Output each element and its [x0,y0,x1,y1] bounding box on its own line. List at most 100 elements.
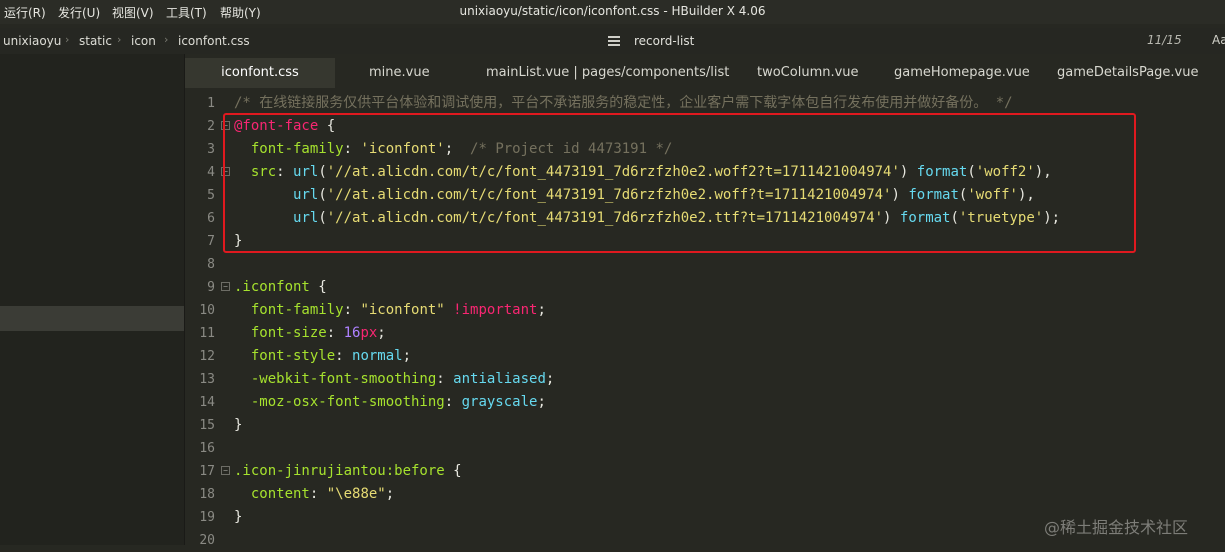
code-function: url [293,210,319,226]
code-property: content [250,486,310,502]
code-value: grayscale [461,394,538,410]
code-line: 13 -webkit-font-smoothing: antialiased; [185,368,1225,391]
code-value: antialiased [453,371,546,387]
outline-list-icon[interactable] [608,36,620,46]
code-function: url [293,187,319,203]
page-count: 11/15 [1147,33,1182,47]
line-number: 14 [199,395,215,410]
code-line: 3 font-family: 'iconfont'; /* Project id… [185,138,1225,161]
line-number: 13 [199,372,215,387]
line-number: 1 [207,96,215,111]
code-string: "iconfont" [360,302,445,318]
code-unit: px [360,325,378,341]
code-function: format [908,187,959,203]
line-number: 10 [199,303,215,318]
watermark: @稀土掘金技术社区 [1044,518,1189,537]
tab-twocolumn-vue[interactable]: twoColumn.vue [757,58,859,88]
code-line: 5 url('//at.alicdn.com/t/c/font_4473191_… [185,184,1225,207]
code-comment: /* 在线链接服务仅供平台体验和调试使用，平台不承诺服务的稳定性，企业客户需下载… [234,95,1013,111]
line-number: 20 [199,533,215,548]
line-number: 18 [199,487,215,502]
window-title: unixiaoyu/static/icon/iconfont.css - HBu… [459,4,766,18]
code-line: 4 − src: url('//at.alicdn.com/t/c/font_4… [185,161,1225,184]
breadcrumb-item[interactable]: iconfont.css [178,34,250,48]
code-line: 11 font-size: 16px; [185,322,1225,345]
line-number: 7 [207,234,215,249]
code-editor[interactable]: 1 /* 在线链接服务仅供平台体验和调试使用，平台不承诺服务的稳定性，企业客户需… [185,88,1225,548]
chevron-right-icon: › [65,33,70,46]
code-line: 18 content: "\e88e"; [185,483,1225,506]
code-line: 12 font-style: normal; [185,345,1225,368]
fold-toggle-icon[interactable]: − [221,167,230,176]
code-property: src [250,164,277,180]
code-number: 16 [343,325,361,341]
code-line: 1 /* 在线链接服务仅供平台体验和调试使用，平台不承诺服务的稳定性，企业客户需… [185,92,1225,115]
line-number: 11 [199,326,215,341]
code-string: "\e88e" [326,486,386,502]
code-at-rule: @font-face [234,118,319,134]
editor-tabs: iconfont.css mine.vue mainList.vue | pag… [185,58,1225,88]
code-line: 14 -moz-osx-font-smoothing: grayscale; [185,391,1225,414]
line-number: 9 [207,280,215,295]
fold-toggle-icon[interactable]: − [221,121,230,130]
fold-toggle-icon[interactable]: − [221,466,230,475]
code-comment: /* Project id 4473191 */ [470,141,673,157]
code-function: format [899,210,951,226]
code-function: url [293,164,319,180]
code-property: font-size [250,325,327,341]
tab-mainlist-vue[interactable]: mainList.vue | pages/components/list [486,58,729,88]
line-number: 2 [207,119,215,134]
fold-toggle-icon[interactable]: − [221,282,230,291]
code-function: format [916,164,968,180]
project-sidebar [0,54,184,545]
code-line: 16 [185,437,1225,460]
line-number: 5 [207,188,215,203]
code-selector: .icon-jinrujiantou:before [234,463,445,479]
code-property: font-style [250,348,336,364]
code-line: 2 − @font-face { [185,115,1225,138]
code-property: font-family [250,302,344,318]
code-line: 10 font-family: "iconfont" !important; [185,299,1225,322]
code-string: '//at.alicdn.com/t/c/font_4473191_7d6rzf… [326,187,892,203]
code-important: !important [453,302,538,318]
code-string: 'woff' [967,187,1018,203]
breadcrumb-item[interactable]: static [79,34,112,48]
code-property: -webkit-font-smoothing [250,371,437,387]
code-line: 9 − .iconfont { [185,276,1225,299]
breadcrumb-item[interactable]: unixiaoyu [3,34,61,48]
code-string: 'truetype' [958,210,1044,226]
code-selector: .iconfont [234,279,310,295]
code-string: 'iconfont' [360,141,445,157]
tab-mine-vue[interactable]: mine.vue [369,58,430,88]
outline-symbol[interactable]: record-list [634,34,694,48]
code-string: '//at.alicdn.com/t/c/font_4473191_7d6rzf… [326,210,884,226]
tab-iconfont-css[interactable]: iconfont.css [185,58,335,88]
line-number: 6 [207,211,215,226]
chevron-right-icon: › [164,33,169,46]
sidebar-selected-item[interactable] [0,306,184,331]
tab-gamedetailspage-vue[interactable]: gameDetailsPage.vue [1057,58,1198,88]
font-size-icon[interactable]: Aa [1212,33,1225,47]
code-string: 'woff2' [975,164,1035,180]
code-string: '//at.alicdn.com/t/c/font_4473191_7d6rzf… [326,164,900,180]
code-line: 15 } [185,414,1225,437]
breadcrumb: unixiaoyu › static › icon › iconfont.css… [0,28,1225,54]
code-line: 6 url('//at.alicdn.com/t/c/font_4473191_… [185,207,1225,230]
code-value: normal [352,348,403,364]
code-line: 8 [185,253,1225,276]
line-number: 4 [207,165,215,180]
code-property: -moz-osx-font-smoothing [250,394,445,410]
line-number: 3 [207,142,215,157]
code-line: 7 } [185,230,1225,253]
line-number: 15 [199,418,215,433]
line-number: 16 [199,441,215,456]
line-number: 19 [199,510,215,525]
tab-gamehomepage-vue[interactable]: gameHomepage.vue [894,58,1030,88]
chevron-right-icon: › [117,33,122,46]
line-number: 12 [199,349,215,364]
breadcrumb-item[interactable]: icon [131,34,156,48]
menu-bar: 运行(R) 发行(U) 视图(V) 工具(T) 帮助(Y) unixiaoyu/… [0,0,1225,24]
code-property: font-family [250,141,344,157]
line-number: 17 [199,464,215,479]
code-line: 17 − .icon-jinrujiantou:before { [185,460,1225,483]
